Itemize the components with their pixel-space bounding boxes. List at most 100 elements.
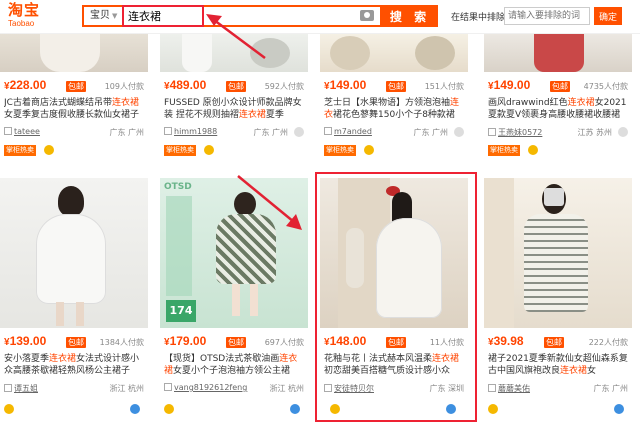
shop-icon bbox=[4, 127, 12, 135]
product-image[interactable] bbox=[0, 34, 148, 72]
hot-seller-tag: 掌柜热卖 bbox=[488, 145, 520, 156]
shop-link[interactable]: vang8192612feng bbox=[164, 383, 247, 392]
brand-watermark: OTSD bbox=[164, 182, 192, 192]
exclude-input[interactable] bbox=[504, 7, 590, 25]
shop-icon bbox=[324, 127, 332, 135]
sales-count: 222人付款 bbox=[588, 338, 628, 347]
hot-seller-tag: 掌柜热卖 bbox=[164, 145, 196, 156]
product-price: ¥149.00 bbox=[324, 78, 367, 92]
shop-link[interactable]: m7anded bbox=[324, 127, 372, 136]
shop-link[interactable]: 谭五姐 bbox=[4, 383, 38, 394]
free-shipping-badge: 包邮 bbox=[66, 337, 86, 348]
product-card[interactable]: ¥148.00 包邮 11人付款 花釉与花丨法式赫本风温柔连衣裙初恋甜美百搭糖气… bbox=[320, 178, 468, 428]
shop-icon bbox=[164, 383, 172, 391]
free-shipping-badge: 包邮 bbox=[544, 337, 564, 348]
shop-link[interactable]: 王燕妹0572 bbox=[488, 127, 542, 138]
product-image[interactable] bbox=[484, 178, 632, 328]
product-title[interactable]: 画风drawwind红色连衣裙女2021夏款夏V领裹身高腰收腰裙收腰裙 bbox=[488, 97, 630, 121]
chevron-down-icon: ▼ bbox=[112, 12, 118, 20]
sales-count: 4735人付款 bbox=[583, 82, 628, 91]
store-icon[interactable] bbox=[294, 127, 304, 137]
camera-icon[interactable] bbox=[360, 10, 374, 21]
logo-subtext: Taobao bbox=[8, 19, 35, 28]
product-price: ¥489.00 bbox=[164, 78, 207, 92]
wangwang-icon[interactable] bbox=[290, 404, 300, 414]
product-image[interactable]: OTSD 174 bbox=[160, 178, 308, 328]
product-image[interactable] bbox=[320, 178, 468, 328]
product-price: ¥149.00 bbox=[488, 78, 531, 92]
crown-icon bbox=[4, 404, 14, 414]
product-image[interactable] bbox=[0, 178, 148, 328]
crown-icon bbox=[164, 404, 174, 414]
product-image[interactable] bbox=[484, 34, 632, 72]
crown-icon bbox=[488, 404, 498, 414]
product-title[interactable]: 裙子2021夏季新款仙女超仙森系复古中国风旗袍改良连衣裙女 bbox=[488, 353, 630, 377]
shop-link[interactable]: 蘑蘑美佑 bbox=[488, 383, 530, 394]
product-card[interactable]: ¥139.00 包邮 1384人付款 安小落夏季连衣裙女法式设计感小众高腰茶歇裙… bbox=[0, 178, 148, 428]
shop-link[interactable]: tateee bbox=[4, 127, 40, 136]
search-category-select[interactable]: 宝贝 ▼ bbox=[84, 7, 122, 25]
shop-icon bbox=[4, 384, 12, 392]
hot-seller-tag: 掌柜热卖 bbox=[324, 145, 356, 156]
product-title[interactable]: 【现货】OTSD法式茶歇油画连衣裙女夏小个子泡泡袖方领公主裙 bbox=[164, 353, 306, 377]
wangwang-icon[interactable] bbox=[446, 404, 456, 414]
product-title[interactable]: 芝士日【水果物语】方领泡泡袖连衣裙花色蓼舞150小个子8种款裙 bbox=[324, 97, 466, 121]
product-title[interactable]: JC古着商店法式蝴蝶结吊带连衣裙女夏季复古度假收腰长款仙女裙子 bbox=[4, 97, 146, 121]
product-card[interactable]: ¥149.00 包邮 4735人付款 画风drawwind红色连衣裙女2021夏… bbox=[484, 34, 632, 166]
crown-icon bbox=[528, 145, 538, 155]
free-shipping-badge: 包邮 bbox=[550, 81, 570, 92]
search-input[interactable] bbox=[124, 7, 354, 25]
product-image[interactable] bbox=[160, 34, 308, 72]
shop-icon bbox=[164, 127, 172, 135]
sales-count: 109人付款 bbox=[104, 82, 144, 91]
shop-link[interactable]: 安徒特贝尔 bbox=[324, 383, 374, 394]
free-shipping-badge: 包邮 bbox=[226, 337, 246, 348]
exclude-confirm-button[interactable]: 确定 bbox=[594, 7, 622, 25]
location: 浙江 杭州 bbox=[109, 384, 144, 393]
sales-count: 151人付款 bbox=[424, 82, 464, 91]
wangwang-icon[interactable] bbox=[130, 404, 140, 414]
crown-icon bbox=[364, 145, 374, 155]
product-price: ¥139.00 bbox=[4, 334, 47, 348]
product-card[interactable]: ¥39.98 包邮 222人付款 裙子2021夏季新款仙女超仙森系复古中国风旗袍… bbox=[484, 178, 632, 428]
free-shipping-badge: 包邮 bbox=[226, 81, 246, 92]
location: 广东 深圳 bbox=[429, 384, 464, 393]
product-card[interactable]: ¥149.00 包邮 151人付款 芝士日【水果物语】方领泡泡袖连衣裙花色蓼舞1… bbox=[320, 34, 468, 166]
product-price: ¥39.98 bbox=[488, 334, 524, 348]
product-title[interactable]: 安小落夏季连衣裙女法式设计感小众高腰茶歇裙轻熟风杨公主裙子 bbox=[4, 353, 146, 377]
taobao-logo[interactable]: 淘宝 Taobao bbox=[8, 2, 78, 32]
search-header: 淘宝 Taobao 宝贝▼ 搜 索 在结果中排除 确定 bbox=[0, 0, 640, 34]
product-title[interactable]: 花釉与花丨法式赫本风温柔连衣裙初恋甜美百搭糖气质设计感小众 bbox=[324, 353, 466, 377]
free-shipping-badge: 包邮 bbox=[386, 337, 406, 348]
shop-icon bbox=[324, 384, 332, 392]
sales-count: 592人付款 bbox=[264, 82, 304, 91]
sales-count: 697人付款 bbox=[264, 338, 304, 347]
product-card[interactable]: OTSD 174 ¥179.00 包邮 697人付款 【现货】OTSD法式茶歇油… bbox=[160, 178, 308, 428]
location: 浙江 杭州 bbox=[269, 384, 304, 393]
product-card[interactable]: ¥228.00 包邮 109人付款 JC古着商店法式蝴蝶结吊带连衣裙女夏季复古度… bbox=[0, 34, 148, 166]
free-shipping-badge: 包邮 bbox=[66, 81, 86, 92]
shop-link[interactable]: himm1988 bbox=[164, 127, 217, 136]
product-image[interactable] bbox=[320, 34, 468, 72]
crown-icon bbox=[330, 404, 340, 414]
store-icon[interactable] bbox=[618, 127, 628, 137]
product-title[interactable]: FUSSED 原创小众设计师款品牌女装 捏花不规则抽褶连衣裙夏季 bbox=[164, 97, 306, 121]
hot-seller-tag: 掌柜热卖 bbox=[4, 145, 36, 156]
product-price: ¥179.00 bbox=[164, 334, 207, 348]
sales-count: 11人付款 bbox=[429, 338, 464, 347]
search-button[interactable]: 搜 索 bbox=[382, 5, 438, 27]
crown-icon bbox=[204, 145, 214, 155]
search-category-label: 宝贝 bbox=[90, 10, 110, 21]
store-icon[interactable] bbox=[454, 127, 464, 137]
product-card[interactable]: ¥489.00 包邮 592人付款 FUSSED 原创小众设计师款品牌女装 捏花… bbox=[160, 34, 308, 166]
crown-icon bbox=[44, 145, 54, 155]
free-shipping-badge: 包邮 bbox=[386, 81, 406, 92]
location: 广东 广州 bbox=[109, 128, 144, 137]
sales-count: 1384人付款 bbox=[99, 338, 144, 347]
shop-icon bbox=[488, 384, 496, 392]
location: 广东 广州 bbox=[593, 384, 628, 393]
logo-text: 淘宝 bbox=[8, 1, 41, 19]
divider bbox=[122, 10, 123, 22]
wangwang-icon[interactable] bbox=[614, 404, 624, 414]
promo-price-tag: 174 bbox=[166, 300, 196, 322]
